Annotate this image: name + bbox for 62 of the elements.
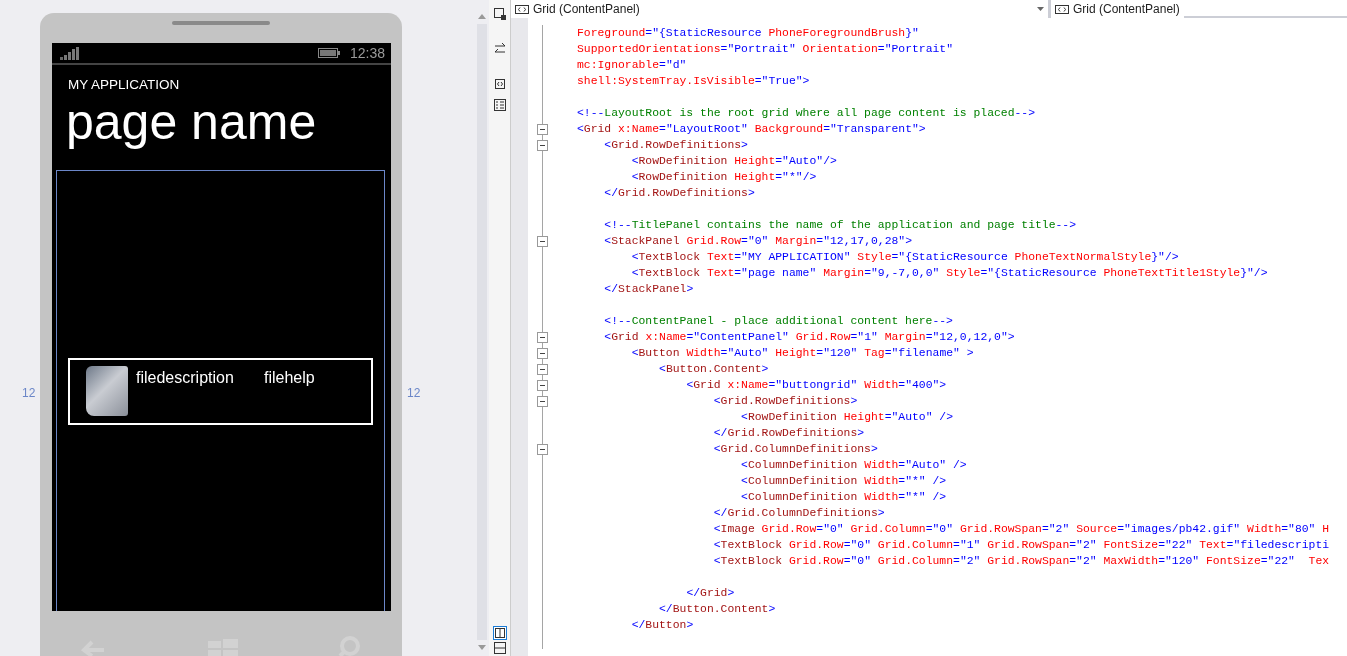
collapse-icon[interactable] (537, 139, 548, 151)
code-line: </Grid.ColumnDefinitions> (712, 506, 885, 521)
app-title: MY APPLICATION (68, 77, 180, 92)
code-line: <Grid x:Name="ContentPanel" Grid.Row="1" Margin="12,0,12,0"> (603, 330, 1015, 345)
swap-icon[interactable] (493, 43, 506, 55)
collapse-icon[interactable] (537, 331, 548, 343)
code-line: <TextBlock Grid.Row="0" Grid.Column="1" Grid.RowSpan="2" FontSize="22" Text="filedescripti (712, 538, 1330, 553)
code-line: <!--LayoutRoot is the root grid where all page content is placed--> (577, 106, 1035, 121)
code-line: SupportedOrientations="Portrait" Orientation="Portrait" (577, 42, 953, 57)
code-line: <!--TitlePanel contains the name of the application and page title--> (603, 218, 1076, 233)
element-dropdown[interactable]: Grid (ContentPanel) (511, 0, 1051, 18)
code-line: shell:SystemTray.IsVisible="True"> (577, 74, 810, 89)
xaml-view-icon[interactable] (494, 79, 505, 89)
vertical-split-icon[interactable] (492, 626, 507, 640)
signal-icon (60, 46, 80, 60)
collapse-icon[interactable] (537, 395, 548, 407)
element-icon (1055, 4, 1069, 14)
clock-time: 12:38 (349, 43, 385, 63)
collapse-icon[interactable] (537, 123, 548, 135)
code-line: <ColumnDefinition Width="*" /> (740, 490, 947, 505)
code-line: <ColumnDefinition Width="Auto" /> (740, 458, 967, 473)
file-button[interactable]: filedescription filehelp (68, 357, 373, 425)
horizontal-split-icon[interactable] (493, 642, 506, 654)
code-line: <TextBlock Text="page name" Margin="9,-7,0,0" Style="{StaticResource PhoneTextTitle1Style}"/> (630, 266, 1268, 281)
code-line: </Button> (630, 618, 694, 633)
code-line: <TextBlock Text="MY APPLICATION" Style="{StaticResource PhoneTextNormalStyle}"/> (630, 250, 1179, 265)
code-line: <TextBlock Grid.Row="0" Grid.Column="2" Grid.RowSpan="2" MaxWidth="120" FontSize="22" Tex (712, 554, 1330, 569)
code-line: <!--ContentPanel - place additional content here--> (603, 314, 953, 329)
collapse-icon[interactable] (537, 363, 548, 375)
code-line: Foreground="{StaticResource PhoneForegroundBrush}" (577, 26, 919, 41)
element-icon (515, 4, 529, 14)
code-line: <Grid x:Name="LayoutRoot" Background="Transparent"> (577, 122, 926, 137)
code-line: <RowDefinition Height="Auto"/> (630, 154, 837, 169)
code-line: <ColumnDefinition Width="*" /> (740, 474, 947, 489)
page-title: page name (66, 94, 317, 151)
code-line: <Button.Content> (658, 362, 769, 377)
collapse-icon[interactable] (537, 347, 548, 359)
design-view-icon[interactable] (493, 8, 506, 20)
file-image (86, 365, 128, 416)
code-line: <Grid.ColumnDefinitions> (712, 442, 878, 457)
code-line: <Button Width="Auto" Height="120" Tag="filename" > (630, 346, 974, 361)
code-line: <RowDefinition Height="Auto" /> (740, 410, 953, 425)
dropdown-arrow-icon (1037, 7, 1044, 11)
collapse-icon[interactable] (537, 235, 548, 247)
code-line: </Grid> (685, 586, 735, 601)
collapse-icon[interactable] (537, 379, 548, 391)
margin-label: 12 (22, 385, 36, 402)
document-outline-icon[interactable] (493, 99, 506, 111)
code-line: <Grid x:Name="buttongrid" Width="400"> (685, 378, 947, 393)
collapse-icon[interactable] (537, 443, 548, 455)
code-line: <Grid.RowDefinitions> (712, 394, 858, 409)
code-line: </Grid.RowDefinitions> (603, 186, 755, 201)
code-line: mc:Ignorable="d" (577, 58, 687, 73)
code-line: </StackPanel> (603, 282, 694, 297)
code-line: <StackPanel Grid.Row="0" Margin="12,17,0,28"> (603, 234, 912, 249)
code-line: </Button.Content> (658, 602, 776, 617)
code-line: <Image Grid.Row="0" Grid.Column="0" Grid.RowSpan="2" Source="images/pb42.gif" Width="80" H (712, 522, 1330, 537)
margin-label: 12 (407, 385, 421, 402)
code-line: <Grid.RowDefinitions> (603, 138, 748, 153)
code-line: <RowDefinition Height="*"/> (630, 170, 817, 185)
battery-icon (317, 48, 340, 58)
code-line: </Grid.RowDefinitions> (712, 426, 865, 441)
